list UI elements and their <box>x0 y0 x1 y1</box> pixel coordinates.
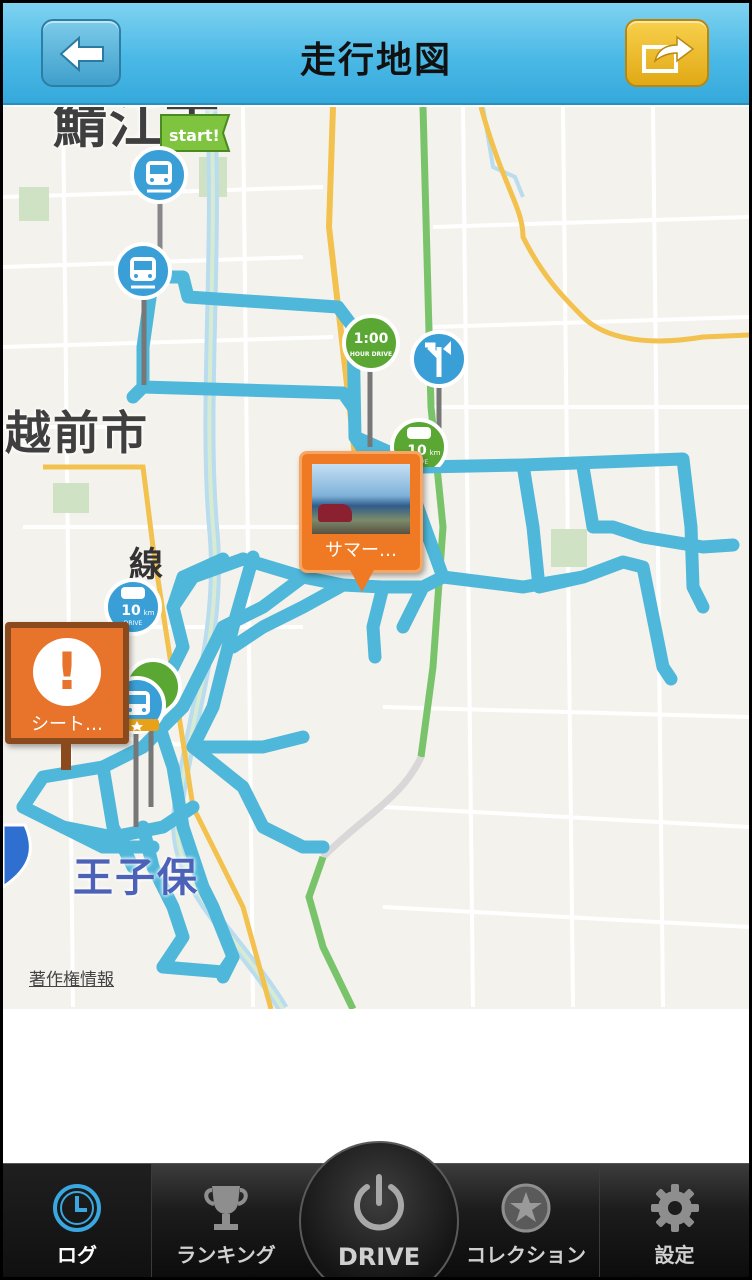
train-icon <box>130 146 188 204</box>
start-flag-label: start! <box>169 126 220 145</box>
power-icon <box>354 1174 404 1231</box>
share-icon <box>642 35 695 73</box>
alert-sign-label: シート… <box>31 714 103 735</box>
place-label-oji: 王子保 <box>73 855 199 901</box>
distance-unit: km <box>430 449 441 457</box>
tab-collection[interactable]: コレクション <box>453 1164 599 1277</box>
drive-map[interactable]: 鯖江市 越前市 王子保 線 start! 1:00 HOUR DRIVE km … <box>3 107 749 1009</box>
photo-pin-label: サマー… <box>325 540 397 561</box>
photo-pin-tail <box>350 570 374 592</box>
photo-pin[interactable]: サマー… <box>299 451 423 592</box>
clock-badge-icon: 1:00 HOUR DRIVE <box>342 314 400 372</box>
copyright-link[interactable]: 著作権情報 <box>29 965 114 990</box>
distance-unit-2: km <box>144 609 155 617</box>
sign-post <box>61 744 71 770</box>
tab-settings[interactable]: 設定 <box>600 1164 749 1277</box>
app-frame: 走行地図 鯖江市 越前市 王子保 線 start! 1:00 HOUR DRIV… <box>3 3 749 1277</box>
train-pin-2[interactable] <box>113 241 173 305</box>
train-icon <box>114 242 172 300</box>
tab-ranking[interactable]: ランキング <box>152 1164 300 1277</box>
star-icon <box>501 1183 551 1233</box>
trophy-icon <box>204 1186 248 1230</box>
distance-value-2: 10 <box>121 603 141 619</box>
nav-bar: 走行地図 <box>3 3 749 105</box>
drive-button[interactable]: DRIVE <box>299 1141 459 1277</box>
drive-label: DRIVE <box>337 1243 421 1271</box>
exclamation-icon: ! <box>55 642 79 702</box>
tab-log-label: ログ <box>57 1243 97 1267</box>
share-button[interactable] <box>625 19 709 87</box>
clock-icon <box>53 1184 101 1232</box>
tab-log[interactable]: ログ <box>3 1164 151 1277</box>
train-pin-1[interactable] <box>129 145 189 209</box>
road-junction-icon <box>410 330 468 388</box>
gear-icon <box>650 1184 699 1232</box>
tab-settings-label: 設定 <box>654 1243 695 1267</box>
hour-drive-sub: HOUR DRIVE <box>350 351 392 358</box>
tab-ranking-label: ランキング <box>176 1243 276 1267</box>
alert-sign-pin[interactable]: ! シート… <box>5 622 129 744</box>
city-label-echizen: 越前市 <box>5 406 149 460</box>
hour-drive-time: 1:00 <box>354 331 389 347</box>
photo-car-shape <box>318 504 352 522</box>
photo-thumbnail <box>312 464 410 534</box>
tab-collection-label: コレクション <box>466 1243 586 1267</box>
junction-pin[interactable] <box>409 329 469 393</box>
hour-drive-pin[interactable]: 1:00 HOUR DRIVE <box>341 313 401 377</box>
